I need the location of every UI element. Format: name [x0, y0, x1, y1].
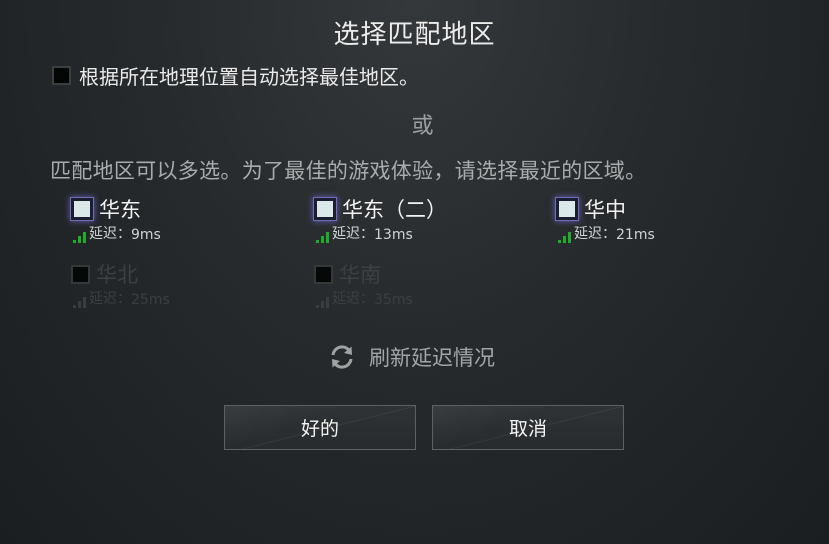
- region-name: 华南: [339, 263, 381, 287]
- signal-bars-icon: [73, 232, 86, 243]
- region-checkbox[interactable]: [314, 198, 336, 220]
- region-checkbox: [71, 264, 90, 284]
- ok-button-label: 好的: [300, 418, 339, 440]
- latency-label: 延迟：: [89, 291, 131, 307]
- refresh-latency-button[interactable]: 刷新延迟情况: [327, 342, 495, 372]
- region-name: 华东（二）: [342, 198, 447, 222]
- latency-label: 延迟：: [89, 226, 131, 242]
- multi-select-hint: 匹配地区可以多选。为了最佳的游戏体验，请选择最近的区域。: [50, 159, 647, 183]
- region-option-central[interactable]: 华中 延迟： 21ms: [556, 195, 756, 255]
- latency-label: 延迟：: [574, 226, 616, 242]
- signal-bars-icon: [558, 232, 571, 243]
- latency-value: 13ms: [374, 227, 413, 243]
- or-separator: 或: [411, 114, 434, 139]
- latency-label: 延迟：: [332, 291, 374, 307]
- cancel-button-label: 取消: [508, 418, 547, 440]
- refresh-icon: [331, 345, 353, 369]
- latency-value: 9ms: [131, 227, 161, 243]
- region-option-east-2[interactable]: 华东（二） 延迟： 13ms: [314, 195, 514, 255]
- latency-value: 25ms: [131, 292, 170, 308]
- auto-select-checkbox[interactable]: [52, 65, 71, 85]
- signal-bars-icon: [316, 232, 329, 243]
- latency-label: 延迟：: [332, 226, 374, 242]
- auto-select-option[interactable]: 根据所在地理位置自动选择最佳地区。: [52, 62, 419, 89]
- region-checkbox[interactable]: [71, 198, 93, 220]
- refresh-label: 刷新延迟情况: [369, 346, 495, 370]
- region-checkbox: [314, 264, 333, 284]
- region-name: 华中: [584, 198, 626, 222]
- ok-button[interactable]: 好的: [224, 405, 416, 450]
- region-option-north: 华北 延迟： 25ms: [71, 260, 271, 320]
- latency-value: 35ms: [374, 292, 413, 308]
- region-option-east[interactable]: 华东 延迟： 9ms: [71, 195, 271, 255]
- signal-bars-icon: [316, 297, 329, 308]
- latency-value: 21ms: [616, 227, 655, 243]
- signal-bars-icon: [73, 297, 86, 308]
- region-name: 华东: [99, 198, 141, 222]
- region-name: 华北: [96, 263, 138, 287]
- auto-select-label: 根据所在地理位置自动选择最佳地区。: [79, 64, 419, 89]
- region-option-south: 华南 延迟： 35ms: [314, 260, 514, 320]
- cancel-button[interactable]: 取消: [432, 405, 624, 450]
- dialog-title: 选择匹配地区: [333, 20, 496, 50]
- region-checkbox[interactable]: [556, 198, 578, 220]
